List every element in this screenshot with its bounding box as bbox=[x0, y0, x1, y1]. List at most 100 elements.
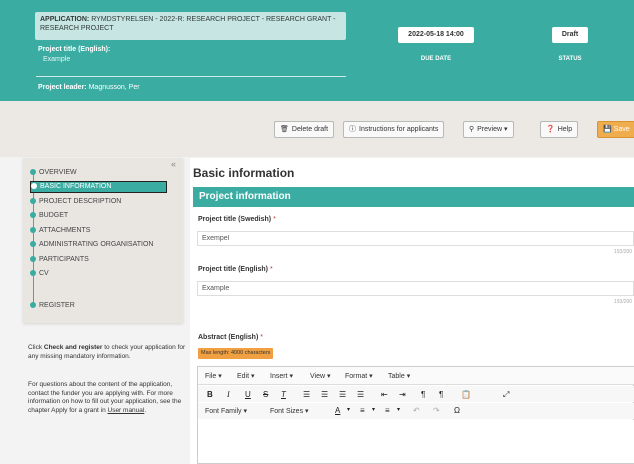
strikethrough-icon[interactable]: S bbox=[263, 389, 268, 400]
caret-down-icon: ▾ bbox=[243, 408, 248, 415]
preview-button[interactable]: ⚲ Preview ▾ bbox=[463, 121, 514, 138]
sidebar-item-label: PROJECT DESCRIPTION bbox=[39, 198, 122, 205]
caret-down-icon[interactable]: ▾ bbox=[397, 405, 400, 416]
caret-down-icon: ▾ bbox=[251, 373, 255, 380]
sidebar-item-participants[interactable]: PARTICIPANTS bbox=[30, 254, 89, 265]
sidebar-item-label: REGISTER bbox=[39, 302, 75, 309]
sidebar-item-overview[interactable]: OVERVIEW bbox=[30, 167, 77, 178]
step-dot-icon bbox=[31, 183, 37, 189]
search-icon: ⚲ bbox=[469, 126, 475, 133]
caret-down-icon: ▾ bbox=[504, 126, 508, 133]
project-title-label: Project title (English): bbox=[38, 46, 111, 53]
align-left-icon[interactable]: ☰ bbox=[303, 389, 310, 400]
outdent-icon[interactable]: ⇤ bbox=[381, 389, 388, 400]
bold-icon[interactable]: B bbox=[207, 389, 213, 400]
menu-label: File bbox=[205, 373, 217, 380]
save-icon: 💾 bbox=[603, 126, 612, 133]
trash-icon: 🗑 bbox=[280, 126, 289, 133]
abstract-label: Abstract (English) * bbox=[198, 334, 263, 341]
sidebar-item-label: BUDGET bbox=[39, 212, 69, 219]
menu-label: Format bbox=[345, 373, 368, 380]
clear-formatting-icon[interactable]: T bbox=[281, 389, 286, 400]
numbered-list-icon[interactable]: ≡ bbox=[385, 405, 390, 416]
undo-icon[interactable]: ↶ bbox=[413, 405, 420, 416]
font-family-select[interactable]: Font Family ▾ bbox=[205, 406, 247, 417]
save-label: Save bbox=[613, 126, 630, 133]
sidebar-item-label: ADMINISTRATING ORGANISATION bbox=[39, 241, 154, 248]
sidebar-item-attachments[interactable]: ATTACHMENTS bbox=[30, 225, 90, 236]
menu-label: Table bbox=[388, 373, 405, 380]
status-label: STATUS bbox=[558, 56, 582, 62]
field-label-text: Abstract (English) bbox=[198, 334, 259, 341]
indent-icon[interactable]: ⇥ bbox=[399, 389, 406, 400]
select-label: Font Family bbox=[205, 408, 242, 415]
help-text-part: Click bbox=[28, 344, 44, 351]
align-center-icon[interactable]: ☰ bbox=[321, 389, 328, 400]
sidebar-item-budget[interactable]: BUDGET bbox=[30, 210, 68, 221]
project-title-english-input[interactable] bbox=[197, 281, 634, 296]
help-text-emphasis: Check and register bbox=[43, 344, 103, 351]
sidebar-item-basic-information[interactable]: BASIC INFORMATION bbox=[30, 181, 167, 193]
delete-draft-button[interactable]: 🗑 Delete draft bbox=[274, 121, 335, 138]
required-marker: * bbox=[260, 334, 263, 341]
instructions-button[interactable]: ⓘ Instructions for applicants bbox=[343, 121, 445, 138]
sidebar-item-label: PARTICIPANTS bbox=[39, 256, 89, 263]
step-dot-icon bbox=[30, 198, 36, 204]
sidebar-item-administrating-organisation[interactable]: ADMINISTRATING ORGANISATION bbox=[30, 239, 153, 250]
step-dot-icon bbox=[30, 302, 36, 308]
redo-icon[interactable]: ↷ bbox=[433, 405, 440, 416]
editor-menubar bbox=[198, 367, 634, 385]
caret-down-icon[interactable]: ▾ bbox=[347, 405, 350, 416]
project-leader-value: Magnusson, Per bbox=[88, 84, 140, 91]
sidebar-item-register[interactable]: REGISTER bbox=[30, 300, 75, 311]
paste-icon[interactable]: 📋 bbox=[461, 389, 471, 400]
font-sizes-select[interactable]: Font Sizes ▾ bbox=[270, 406, 309, 417]
field-label-text: Project title (English) bbox=[198, 266, 269, 273]
max-length-badge: Max length: 4000 characters bbox=[198, 348, 274, 359]
preview-label: Preview bbox=[477, 126, 503, 133]
ltr-icon[interactable]: ¶ bbox=[421, 389, 425, 400]
collapse-sidebar-icon[interactable]: « bbox=[171, 159, 176, 169]
project-title-swedish-input[interactable] bbox=[197, 231, 634, 246]
align-justify-icon[interactable]: ☰ bbox=[357, 389, 364, 400]
caret-down-icon[interactable]: ▾ bbox=[372, 405, 375, 416]
fullscreen-icon[interactable]: ⤢ bbox=[503, 389, 509, 400]
questions-help: For questions about the content of the a… bbox=[28, 381, 188, 415]
align-right-icon[interactable]: ☰ bbox=[339, 389, 346, 400]
sidebar-item-project-description[interactable]: PROJECT DESCRIPTION bbox=[30, 196, 121, 207]
help-label: Help bbox=[557, 126, 573, 133]
status-badge: Draft bbox=[552, 27, 588, 43]
editor-menu-view[interactable]: View ▾ bbox=[310, 372, 331, 380]
editor-menu-edit[interactable]: Edit ▾ bbox=[237, 372, 255, 380]
instructions-label: Instructions for applicants bbox=[359, 126, 439, 133]
save-button[interactable]: 💾 Save bbox=[597, 121, 634, 138]
underline-icon[interactable]: U bbox=[245, 389, 251, 400]
abstract-editor-body[interactable] bbox=[198, 420, 634, 463]
project-leader-label: Project leader: bbox=[38, 84, 87, 91]
application-header: APPLICATION: RYMDSTYRELSEN - 2022-R: RES… bbox=[0, 0, 634, 101]
rtl-icon[interactable]: ¶ bbox=[439, 389, 443, 400]
editor-menu-insert[interactable]: Insert ▾ bbox=[270, 372, 293, 380]
help-button[interactable]: ❓ Help bbox=[540, 121, 579, 138]
italic-icon[interactable]: I bbox=[227, 389, 230, 400]
char-counter: 193/200 bbox=[614, 249, 633, 255]
header-divider bbox=[36, 76, 346, 77]
step-dot-icon bbox=[30, 241, 36, 247]
special-character-icon[interactable]: Ω bbox=[454, 405, 460, 416]
bullet-list-icon[interactable]: ≡ bbox=[360, 405, 365, 416]
user-manual-link[interactable]: User manual bbox=[108, 407, 145, 414]
application-label: APPLICATION: bbox=[40, 16, 90, 23]
required-marker: * bbox=[269, 266, 273, 273]
editor-menu-table[interactable]: Table ▾ bbox=[388, 372, 410, 380]
menu-label: Insert bbox=[270, 373, 288, 380]
caret-down-icon: ▾ bbox=[218, 373, 222, 380]
editor-menu-file[interactable]: File ▾ bbox=[205, 372, 222, 380]
application-info-box: APPLICATION: RYMDSTYRELSEN - 2022-R: RES… bbox=[35, 12, 346, 40]
sidebar-item-cv[interactable]: CV bbox=[30, 268, 49, 279]
due-date-value: 2022-05-18 14:00 bbox=[398, 27, 474, 43]
step-dot-icon bbox=[30, 256, 36, 262]
menu-label: View bbox=[310, 373, 326, 380]
text-color-icon[interactable]: A bbox=[335, 405, 340, 416]
field-label-text: Project title (Swedish) bbox=[198, 216, 272, 223]
editor-menu-format[interactable]: Format ▾ bbox=[345, 372, 373, 380]
